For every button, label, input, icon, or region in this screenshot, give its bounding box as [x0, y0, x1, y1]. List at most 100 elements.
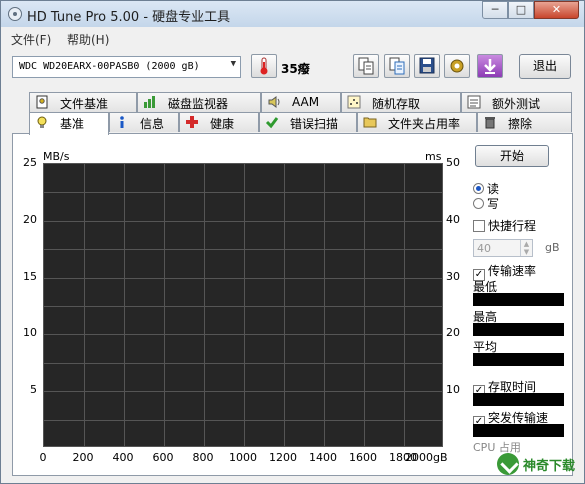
x-tick: 2000gB	[405, 451, 448, 464]
short-stroke-option[interactable]: 快捷行程	[473, 217, 536, 234]
menu-file[interactable]: 文件(F)	[11, 31, 51, 48]
tab-error-scan[interactable]: 错误扫描	[259, 112, 357, 132]
spin-down-icon[interactable]: ▼	[520, 248, 532, 256]
minimize-button[interactable]: ─	[482, 1, 508, 19]
grid-line-horizontal	[44, 362, 442, 364]
tab-label: 随机存取	[372, 97, 421, 111]
y-tick-left: 10	[23, 326, 37, 340]
side-panel: 开始 读 写 快捷行程 40 ▲ ▼ gB ✓ 传输速率 最低 最高 平均 ✓ 存取…	[471, 143, 565, 473]
info-icon	[120, 116, 124, 128]
y-tick-left: 20	[23, 212, 37, 226]
grid-line-horizontal	[44, 249, 442, 251]
grid-line-vertical	[244, 164, 245, 446]
menu-help[interactable]: 帮助(H)	[67, 31, 109, 48]
x-tick: 400	[112, 451, 134, 464]
x-tick: 1200	[269, 451, 297, 464]
grid-line-vertical	[364, 164, 365, 446]
avg-value-box	[473, 353, 564, 366]
health-cross-icon	[186, 116, 198, 128]
tab-random-access[interactable]: 随机存取	[341, 92, 461, 112]
tab-folder-usage[interactable]: 文件夹占用率	[357, 112, 477, 132]
short-stroke-checkbox[interactable]	[473, 220, 485, 232]
error-scan-icon	[265, 117, 279, 129]
tab-label: 文件基准	[60, 97, 109, 111]
chevron-down-icon: ▼	[230, 59, 236, 69]
benchmark-chart: MB/s ms 25 20 15 10 5 50 40 30 20 10 0 200 400 600 800…	[15, 147, 470, 467]
tab-disk-monitor[interactable]: 磁盘监视器	[137, 92, 261, 112]
tab-health[interactable]: 健康	[179, 112, 259, 132]
folder-icon	[363, 117, 377, 128]
grid-line-vertical	[84, 164, 85, 446]
y-tick-right: 10	[446, 383, 460, 397]
tab-label: 磁盘监视器	[168, 97, 229, 111]
min-value-box	[473, 293, 564, 306]
disk-monitor-icon	[144, 96, 155, 108]
x-tick: 600	[152, 451, 174, 464]
tab-info[interactable]: 信息	[109, 112, 179, 132]
y-tick-right: 50	[446, 156, 460, 169]
max-value-box	[473, 323, 564, 336]
grid-line-horizontal	[44, 220, 442, 222]
app-icon	[8, 7, 22, 21]
tab-label: 信息	[140, 117, 165, 131]
benchmark-icon	[37, 116, 47, 128]
y-tick-left: 25	[23, 156, 37, 169]
grid-line-vertical	[204, 164, 205, 446]
tab-aam[interactable]: AAM	[261, 92, 341, 112]
x-tick: 1000	[229, 451, 257, 464]
transfer-rate-label: 传输速率	[488, 264, 537, 278]
chart-plot-area	[43, 163, 443, 447]
y-tick-right: 20	[446, 326, 460, 340]
spin-up-icon[interactable]: ▲	[520, 240, 532, 248]
y-tick-left: 5	[30, 383, 37, 397]
grid-line-horizontal	[44, 192, 442, 194]
title-bar: HD Tune Pro 5.00 - 硬盘专业工具 ─ □ ✕	[1, 1, 584, 27]
window-title: HD Tune Pro 5.00 - 硬盘专业工具	[27, 10, 231, 25]
y-axis-right-label: ms	[425, 150, 442, 163]
tab-extra-tests[interactable]: 额外测试	[461, 92, 572, 112]
temperature-value: 35癈	[281, 62, 310, 76]
save-icon[interactable]	[414, 54, 440, 78]
exit-button[interactable]: 退出	[519, 54, 571, 79]
watermark-logo-icon	[497, 453, 519, 475]
tab-label: 健康	[210, 117, 235, 131]
grid-line-horizontal	[44, 419, 442, 421]
radio-read[interactable]	[473, 183, 484, 194]
short-stroke-unit: gB	[545, 241, 560, 254]
drive-select[interactable]: WDC WD20EARX-00PASB0 (2000 gB) ▼	[12, 56, 241, 78]
file-benchmark-icon	[36, 95, 48, 109]
drive-select-value: WDC WD20EARX-00PASB0 (2000 gB)	[19, 61, 200, 72]
tab-file-benchmark[interactable]: 文件基准	[29, 92, 137, 112]
tab-label: 擦除	[508, 117, 533, 131]
y-tick-right: 40	[446, 212, 460, 226]
grid-line-horizontal	[44, 391, 442, 393]
grid-line-horizontal	[44, 334, 442, 336]
grid-line-vertical	[324, 164, 325, 446]
toolbar: WDC WD20EARX-00PASB0 (2000 gB) ▼ 35癈 退出	[1, 49, 584, 87]
tab-erase[interactable]: 擦除	[477, 112, 572, 132]
maximize-button[interactable]: □	[508, 1, 534, 19]
grid-line-horizontal	[44, 277, 442, 279]
short-stroke-spinner[interactable]: 40 ▲ ▼	[473, 239, 533, 257]
thermometer-icon[interactable]	[251, 54, 277, 78]
copy-text-icon[interactable]	[384, 54, 410, 78]
tab-label: 错误扫描	[290, 117, 339, 131]
y-tick-right: 30	[446, 269, 460, 283]
menu-bar: 文件(F) 帮助(H)	[1, 28, 584, 48]
read-label: 读	[487, 182, 500, 196]
radio-write[interactable]	[473, 198, 484, 209]
write-label: 写	[487, 197, 500, 211]
x-tick: 800	[192, 451, 214, 464]
tab-benchmark[interactable]: 基准	[29, 112, 109, 135]
extra-tests-icon	[467, 95, 481, 109]
write-option[interactable]: 写	[473, 195, 499, 212]
trash-icon	[485, 117, 495, 129]
start-button[interactable]: 开始	[475, 145, 549, 167]
copy-icon[interactable]	[353, 54, 379, 78]
y-tick-left: 15	[23, 269, 37, 283]
close-button[interactable]: ✕	[534, 1, 579, 19]
download-icon[interactable]	[477, 54, 503, 78]
short-stroke-value: 40	[477, 242, 491, 255]
settings-icon[interactable]	[444, 54, 470, 78]
watermark-text: 神奇下载	[523, 459, 576, 474]
